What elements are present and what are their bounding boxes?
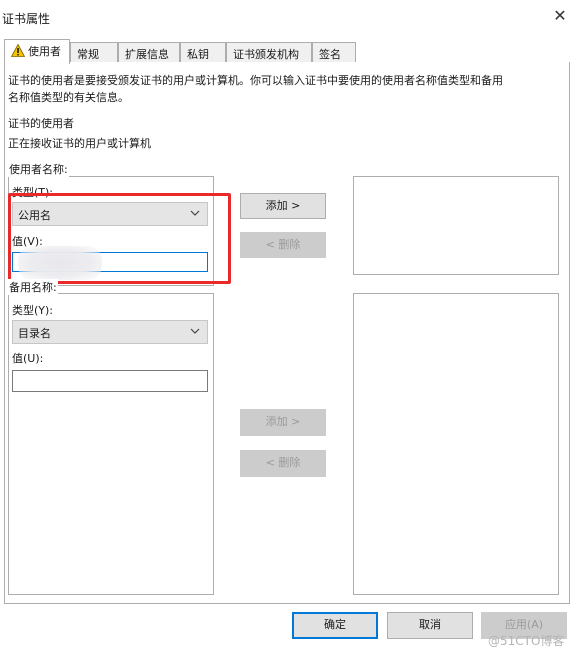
window-title: 证书属性 — [2, 12, 51, 26]
description-line-1: 证书的使用者是要接受颁发证书的用户或计算机。你可以输入证书中要使用的使用者名称值… — [8, 74, 503, 87]
subject-subtext: 正在接收证书的用户或计算机 — [8, 137, 151, 150]
alt-name-label: 备用名称: — [8, 279, 58, 295]
remove-alt-button[interactable]: < 删除 — [240, 450, 326, 477]
tab-general[interactable]: 常规 — [70, 42, 118, 63]
alt-values-list[interactable] — [353, 293, 559, 595]
close-button[interactable]: ✕ — [548, 4, 572, 28]
description-line-2: 名称值类型的有关信息。 — [8, 91, 129, 104]
tab-label: 证书颁发机构 — [233, 48, 299, 61]
close-icon: ✕ — [553, 6, 567, 25]
tab-label: 使用者 — [28, 45, 61, 58]
tab-label: 签名 — [319, 48, 341, 61]
remove-subject-button[interactable]: < 删除 — [240, 232, 326, 258]
watermark: @51CTO博客 — [488, 634, 565, 648]
alt-type-label: 类型(Y): — [12, 304, 54, 317]
alt-type-select[interactable]: 目录名 — [12, 320, 208, 344]
alt-type-value: 目录名 — [18, 327, 51, 340]
tab-label: 扩展信息 — [125, 48, 169, 61]
tab-private-key[interactable]: 私钥 — [180, 42, 226, 63]
ok-button[interactable]: 确定 — [292, 612, 378, 639]
tab-label: 常规 — [77, 48, 99, 61]
tab-certificate-authority[interactable]: 证书颁发机构 — [226, 42, 312, 63]
subject-heading: 证书的使用者 — [8, 117, 74, 130]
add-alt-button[interactable]: 添加 > — [240, 409, 326, 436]
tab-signature[interactable]: 签名 — [312, 42, 356, 63]
chevron-down-icon — [190, 328, 200, 334]
alt-value-input[interactable] — [12, 370, 208, 392]
tab-subject[interactable]: 使用者 — [4, 39, 70, 64]
warning-icon — [11, 44, 25, 57]
subject-name-label: 使用者名称: — [8, 161, 69, 177]
tab-extensions[interactable]: 扩展信息 — [118, 42, 180, 63]
add-subject-button[interactable]: 添加 > — [240, 193, 326, 219]
alt-value-label: 值(U): — [12, 352, 44, 365]
highlight-box — [8, 193, 231, 284]
subject-values-list[interactable] — [353, 176, 559, 275]
tab-label: 私钥 — [187, 48, 209, 61]
cancel-button[interactable]: 取消 — [387, 612, 473, 639]
